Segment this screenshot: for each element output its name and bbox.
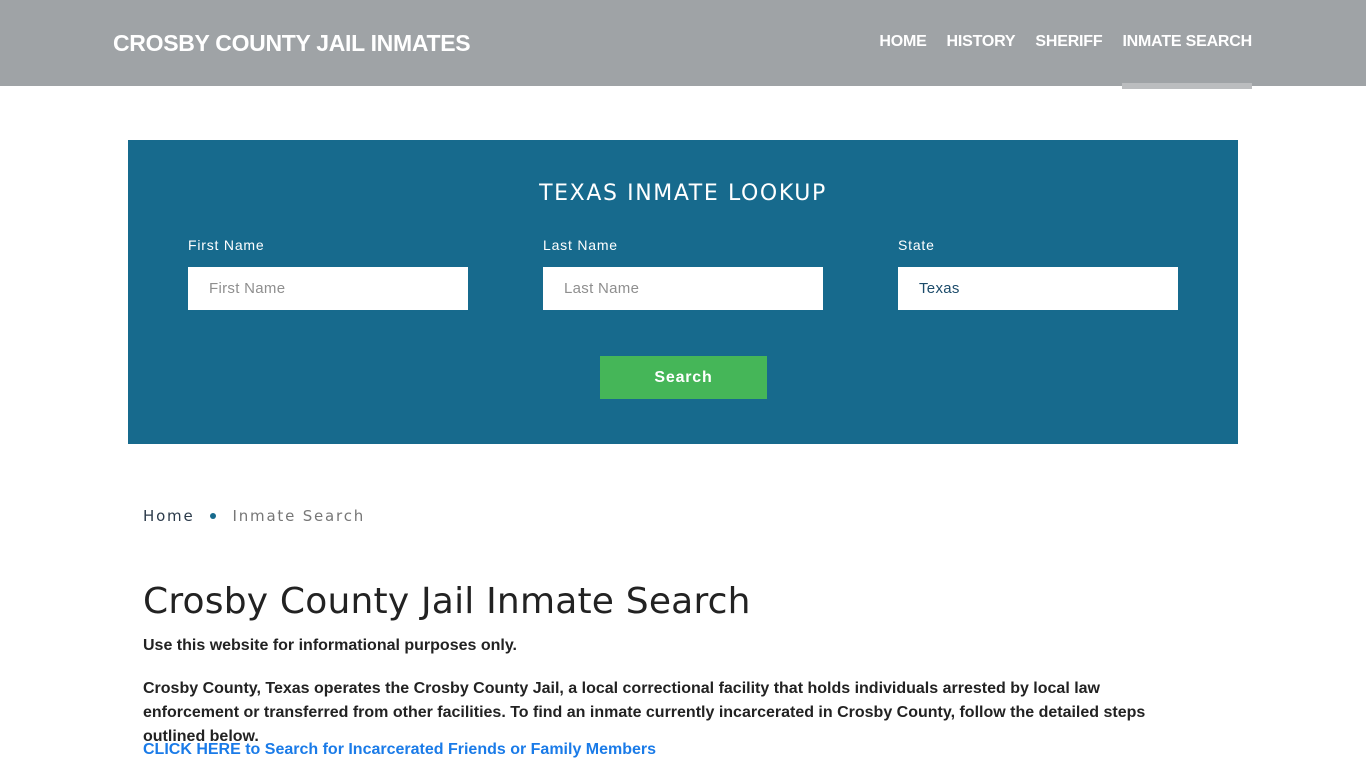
inmate-lookup-panel: TEXAS INMATE LOOKUP First Name Last Name… — [128, 140, 1238, 444]
nav-home[interactable]: HOME — [879, 33, 926, 51]
site-logo-link[interactable]: CROSBY COUNTY JAIL INMATES — [113, 30, 471, 57]
first-name-label: First Name — [188, 237, 265, 253]
last-name-group: Last Name — [543, 237, 823, 310]
breadcrumb-current: Inmate Search — [232, 507, 366, 525]
nav-inmate-search[interactable]: INMATE SEARCH — [1122, 33, 1252, 89]
breadcrumb: Home Inmate Search — [143, 507, 365, 525]
first-name-input[interactable] — [188, 267, 468, 310]
nav-history[interactable]: HISTORY — [947, 33, 1016, 51]
last-name-input[interactable] — [543, 267, 823, 310]
breadcrumb-separator-icon — [209, 513, 216, 519]
search-cta-link[interactable]: CLICK HERE to Search for Incarcerated Fr… — [143, 741, 656, 759]
lookup-title: TEXAS INMATE LOOKUP — [539, 181, 827, 206]
page-title: Crosby County Jail Inmate Search — [143, 581, 751, 622]
search-button[interactable]: Search — [600, 356, 767, 399]
state-input[interactable] — [898, 267, 1178, 310]
state-group: State — [898, 237, 1178, 310]
main-nav: HOME HISTORY SHERIFF INMATE SEARCH — [859, 33, 1252, 89]
site-header: CROSBY COUNTY JAIL INMATES HOME HISTORY … — [0, 0, 1366, 89]
breadcrumb-home[interactable]: Home — [143, 507, 195, 525]
first-name-group: First Name — [188, 237, 468, 310]
state-label: State — [898, 237, 935, 253]
last-name-label: Last Name — [543, 237, 618, 253]
nav-sheriff[interactable]: SHERIFF — [1035, 33, 1102, 51]
intro-paragraph: Crosby County, Texas operates the Crosby… — [143, 680, 1146, 745]
disclaimer-text: Use this website for informational purpo… — [143, 637, 517, 654]
